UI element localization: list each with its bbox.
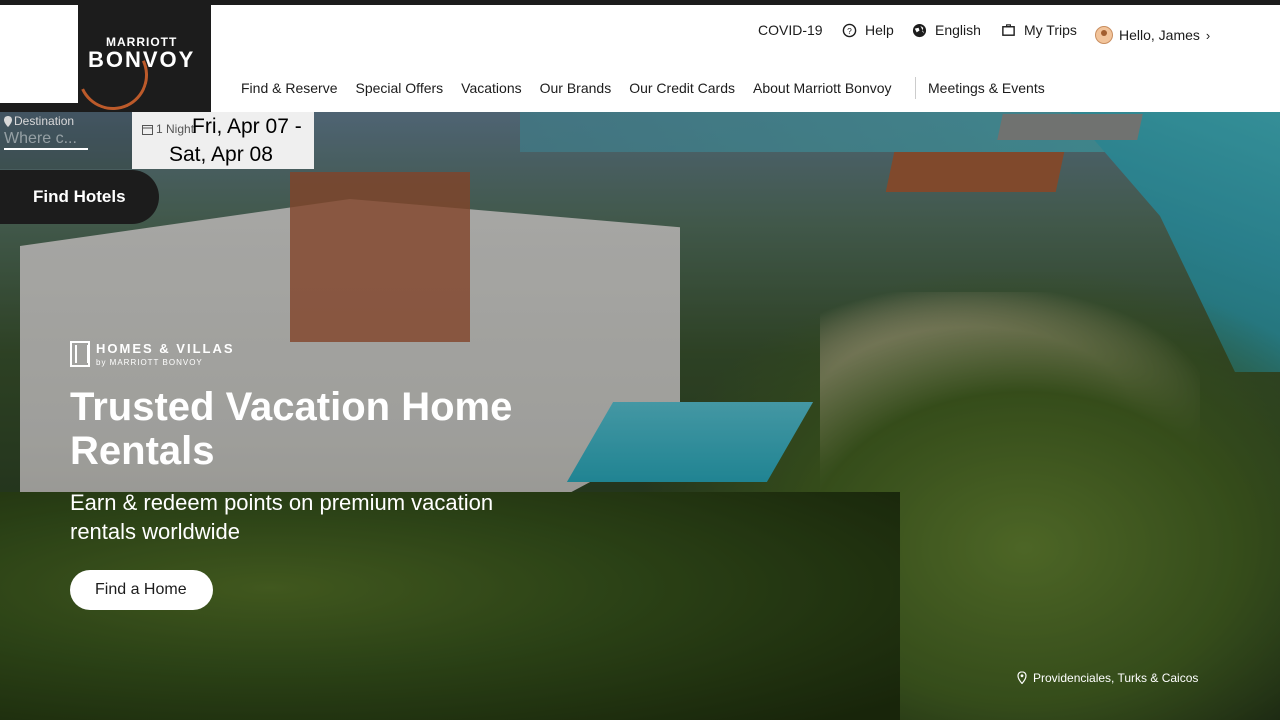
villa-window-feature bbox=[333, 119, 409, 160]
logo-placeholder bbox=[0, 5, 78, 103]
find-a-home-button[interactable]: Find a Home bbox=[70, 570, 213, 610]
find-hotels-button[interactable]: Find Hotels bbox=[0, 170, 159, 224]
photo-location-caption: Providenciales, Turks & Caicos bbox=[1013, 667, 1202, 688]
destination-field[interactable]: Destination bbox=[0, 112, 132, 169]
check-in-date[interactable]: Fri, Apr 07 - bbox=[192, 115, 302, 139]
language-selector[interactable]: English bbox=[912, 22, 981, 38]
nav-special-offers[interactable]: Special Offers bbox=[355, 80, 443, 96]
location-label: Providenciales, Turks & Caicos bbox=[1033, 670, 1199, 685]
find-hotels-label: Find Hotels bbox=[33, 187, 126, 206]
chevron-right-icon: › bbox=[1205, 27, 1211, 43]
nav-find-reserve[interactable]: Find & Reserve bbox=[241, 80, 337, 96]
destination-input[interactable] bbox=[4, 130, 88, 150]
check-out-date[interactable]: Sat, Apr 08 bbox=[169, 143, 273, 167]
hero-title: Trusted Vacation Home Rentals bbox=[70, 385, 513, 473]
marriott-bonvoy-logo[interactable]: MARRIOTT BONVOY bbox=[88, 35, 195, 71]
location-pin-icon bbox=[1017, 671, 1027, 684]
nav-credit-cards[interactable]: Our Credit Cards bbox=[629, 80, 735, 96]
svg-text:?: ? bbox=[847, 25, 852, 35]
trips-label: My Trips bbox=[1024, 22, 1077, 38]
nav-our-brands[interactable]: Our Brands bbox=[540, 80, 612, 96]
help-link[interactable]: ? Help bbox=[842, 22, 894, 38]
nav-meetings-events[interactable]: Meetings & Events bbox=[915, 77, 1045, 99]
nav-about-bonvoy[interactable]: About Marriott Bonvoy bbox=[753, 80, 892, 96]
destination-label-row: Destination bbox=[4, 114, 128, 128]
account-menu[interactable]: Hello, James › bbox=[1093, 23, 1217, 47]
suitcase-icon bbox=[1002, 23, 1015, 36]
destination-label: Destination bbox=[14, 114, 75, 128]
globe-icon bbox=[912, 23, 927, 37]
logo-line2: BONVOY bbox=[88, 47, 196, 72]
homes-villas-byline: by MARRIOTT BONVOY bbox=[96, 358, 203, 367]
avatar bbox=[1095, 26, 1113, 44]
language-label: English bbox=[935, 22, 981, 38]
nights-label: 1 Night bbox=[156, 122, 195, 136]
homes-villas-logo[interactable]: HOMES & VILLAS by MARRIOTT BONVOY bbox=[70, 341, 235, 369]
homes-villas-title: HOMES & VILLAS bbox=[96, 341, 235, 356]
help-icon: ? bbox=[842, 23, 857, 37]
covid-link[interactable]: COVID-19 bbox=[758, 22, 823, 38]
villa-window bbox=[65, 263, 99, 303]
main-nav: Find & Reserve Special Offers Vacations … bbox=[241, 77, 910, 99]
covid-label: COVID-19 bbox=[758, 22, 823, 38]
hero-subtitle: Earn & redeem points on premium vacation… bbox=[70, 490, 494, 544]
help-label: Help bbox=[865, 22, 894, 38]
meetings-label: Meetings & Events bbox=[928, 80, 1045, 96]
find-a-home-label: Find a Home bbox=[95, 581, 187, 598]
date-picker[interactable]: 1 Night Fri, Apr 07 - Sat, Apr 08 bbox=[132, 112, 314, 169]
greeting-label: Hello, James bbox=[1119, 27, 1200, 43]
nav-vacations[interactable]: Vacations bbox=[461, 80, 521, 96]
my-trips-link[interactable]: My Trips bbox=[1001, 22, 1077, 38]
calendar-icon bbox=[142, 124, 153, 135]
nights-count: 1 Night bbox=[142, 122, 194, 136]
location-pin-icon bbox=[4, 115, 12, 127]
homes-villas-mark-icon bbox=[70, 341, 90, 367]
